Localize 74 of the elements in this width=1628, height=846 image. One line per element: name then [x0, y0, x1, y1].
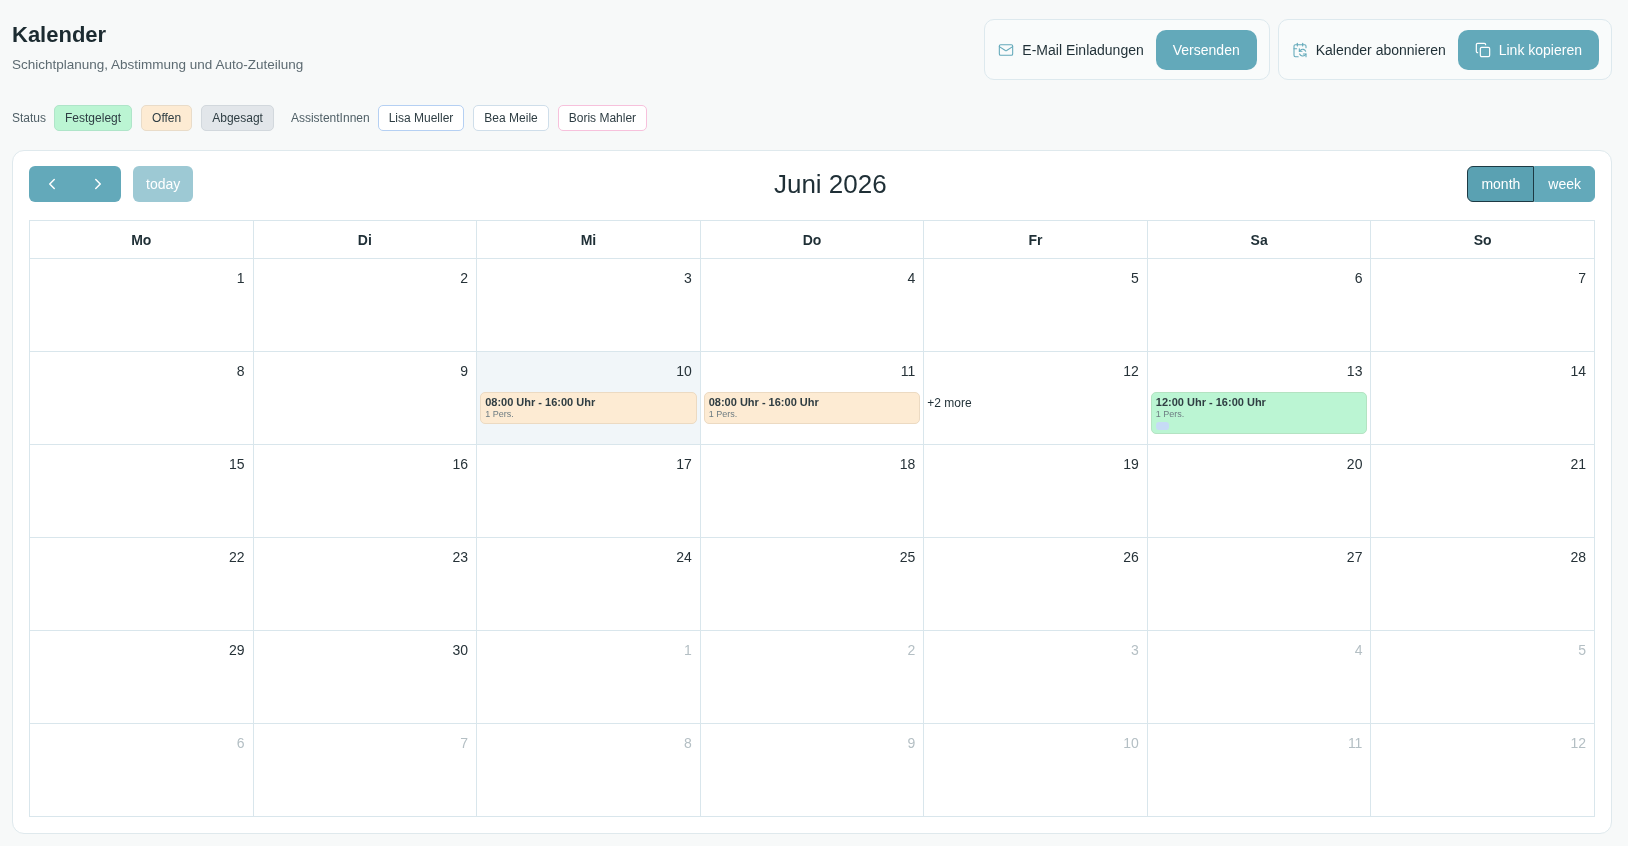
day-number: 3: [683, 269, 692, 288]
mail-icon: [998, 41, 1015, 58]
view-toggle-button[interactable]: month: [1467, 166, 1535, 202]
action-label: E-Mail Einladungen: [1022, 41, 1144, 58]
day-number: 23: [452, 548, 469, 567]
assistant-chip: Lisa Mueller: [377, 105, 465, 131]
day-number: 30: [452, 641, 469, 660]
assistant-chip: Bea Meile: [473, 105, 549, 131]
copy-icon: [1474, 41, 1491, 58]
page-title: Kalender: [12, 21, 107, 49]
status-chip: Offen: [141, 105, 193, 131]
day-number: 2: [907, 641, 916, 660]
day-number: 9: [460, 362, 469, 381]
shift-event[interactable]: 08:00 Uhr - 16:00 Uhr 1 Pers.: [703, 392, 921, 424]
view-toggle-button[interactable]: week: [1534, 166, 1595, 202]
month-title: Juni 2026: [773, 168, 887, 200]
day-number: 4: [907, 269, 916, 288]
shift-event[interactable]: 12:00 Uhr - 16:00 Uhr 1 Pers.: [1150, 392, 1368, 434]
status-chip: Festgelegt: [54, 105, 133, 131]
event-persons: 1 Pers.: [708, 409, 738, 420]
day-number: 20: [1346, 455, 1363, 474]
day-number: 1: [236, 269, 245, 288]
status-chip: Abgesagt: [201, 105, 274, 131]
copy-link-button[interactable]: Link kopieren: [1457, 29, 1599, 70]
shift-event[interactable]: 08:00 Uhr - 16:00 Uhr 1 Pers.: [480, 392, 697, 424]
day-number: 11: [900, 362, 916, 381]
page-subtitle: Schichtplanung, Abstimmung und Auto-Zuteilung: [12, 56, 304, 74]
calendar-sync-icon: [1291, 41, 1308, 58]
event-time: 08:00 Uhr - 16:00 Uhr: [485, 395, 596, 409]
day-number: 21: [1570, 455, 1586, 474]
legend-label: Status: [12, 111, 47, 125]
day-number: 12: [1123, 362, 1139, 381]
more-events-link[interactable]: +2 more: [927, 396, 972, 410]
previous-button[interactable]: [29, 166, 75, 202]
day-number: 1: [683, 641, 692, 660]
day-number: 14: [1570, 362, 1586, 381]
day-number: 17: [676, 455, 692, 474]
day-number: 25: [899, 548, 916, 567]
day-number: 9: [907, 734, 916, 753]
assistant-chip: Boris Mahler: [557, 105, 648, 131]
day-number: 27: [1346, 548, 1363, 567]
day-number: 5: [1578, 641, 1586, 660]
day-number: 15: [229, 455, 245, 474]
day-number: 13: [1346, 362, 1363, 381]
event-time: 12:00 Uhr - 16:00 Uhr: [1155, 395, 1266, 409]
next-button[interactable]: [75, 166, 121, 202]
day-number: 6: [1354, 269, 1363, 288]
legend-label: AssistentInnen: [290, 111, 370, 125]
day-number: 22: [229, 548, 245, 567]
day-number: 3: [1131, 641, 1139, 660]
day-number: 18: [899, 455, 916, 474]
day-number: 28: [1570, 548, 1586, 567]
day-number: 2: [460, 269, 469, 288]
day-number: 8: [236, 362, 245, 381]
day-number: 26: [1123, 548, 1139, 567]
day-number: 10: [676, 362, 692, 381]
day-number: 5: [1131, 269, 1139, 288]
event-persons: 1 Pers.: [485, 409, 514, 420]
day-number: 10: [1123, 734, 1139, 753]
day-number: 8: [683, 734, 692, 753]
day-number: 24: [676, 548, 692, 567]
action-label: Kalender abonnieren: [1315, 41, 1446, 58]
day-number: 29: [229, 641, 245, 660]
day-number: 16: [452, 455, 469, 474]
day-number: 7: [460, 734, 469, 753]
event-persons: 1 Pers.: [1155, 409, 1185, 420]
day-number: 4: [1354, 641, 1363, 660]
day-number: 6: [236, 734, 245, 753]
day-number: 19: [1123, 455, 1139, 474]
send-button[interactable]: Versenden: [1155, 29, 1257, 70]
day-number: 12: [1570, 734, 1586, 753]
event-time: 08:00 Uhr - 16:00 Uhr: [708, 395, 819, 409]
day-number: 11: [1347, 734, 1363, 753]
day-number: 7: [1578, 269, 1586, 288]
